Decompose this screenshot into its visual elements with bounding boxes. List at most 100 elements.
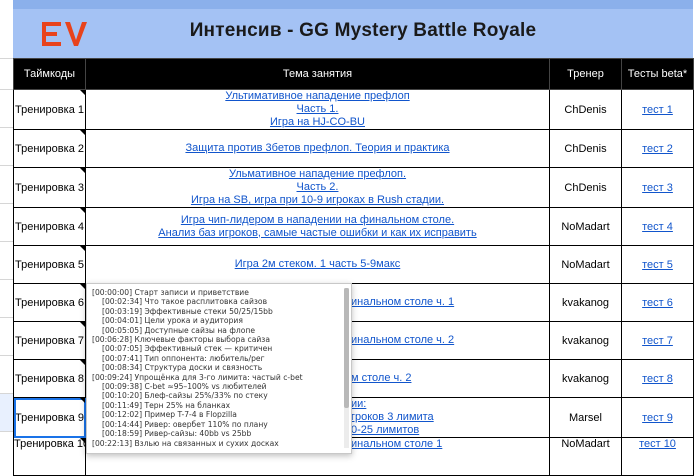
note-indicator-icon (80, 438, 85, 443)
note-indicator-icon (80, 208, 85, 213)
note-indicator-icon (80, 360, 85, 365)
timecodes-note-popup[interactable]: [00:00:00] Старт записи и приветствие [00… (86, 283, 352, 454)
topic-link[interactable]: Игра на HJ-CO-BU (87, 116, 549, 129)
timecode-entry: [00:00:00] Старт записи и приветствие (92, 288, 249, 297)
topic-link[interactable]: м столе ч. 2 (351, 372, 549, 385)
timecode-label: Тренировка 5 (15, 258, 84, 271)
topic-link[interactable]: Часть 1. (87, 103, 549, 116)
timecodes-list: [00:00:00] Старт записи и приветствие [00… (92, 288, 340, 448)
note-indicator-icon (80, 130, 85, 135)
table-row: Тренировка 5 Игра 2м стеком. 1 часть 5-9м… (13, 245, 694, 284)
test-link[interactable]: тест 6 (642, 297, 673, 309)
timecode-cell[interactable]: Тренировка 3 (13, 167, 86, 208)
test-link[interactable]: тест 8 (642, 373, 673, 385)
title-banner: Интенсив - GG Mystery Battle Royale (13, 0, 693, 59)
trainer-cell: ChDenis (549, 129, 622, 168)
timecode-label: Тренировка 3 (15, 181, 84, 194)
column-header-tests[interactable]: Тесты beta* (621, 58, 694, 90)
column-header-timecodes[interactable]: Таймкоды (13, 58, 86, 90)
topic-link[interactable]: Игра чип-лидером в нападении на финально… (87, 214, 549, 227)
test-cell: тест 2 (621, 129, 694, 168)
topic-link[interactable]: Часть 2. (87, 181, 549, 194)
note-indicator-icon (80, 322, 85, 327)
topic-link[interactable]: ии: (351, 399, 549, 412)
row-gutter (0, 0, 14, 452)
timecode-entry: [00:12:02] Пример T-7-4 в Flopzilla (102, 410, 237, 420)
timecode-label: Тренировка 9 (15, 411, 84, 424)
note-indicator-icon (80, 168, 85, 173)
test-link[interactable]: тест 1 (642, 104, 673, 116)
topic-link[interactable]: инальном столе 1 (351, 439, 549, 452)
timecode-entry: [00:07:41] Тип оппонента: любитель/рег (102, 353, 265, 363)
timecode-entry: [00:07:05] Эффективный стек — критичен (102, 344, 273, 354)
test-link[interactable]: тест 3 (642, 182, 673, 194)
timecode-cell[interactable]: Тренировка 1 (13, 89, 86, 130)
topic-link[interactable]: Игра на SB, игра при 10-9 игроках в Rush… (87, 194, 549, 207)
note-indicator-icon (80, 246, 85, 251)
timecode-cell[interactable]: Тренировка 4 (13, 207, 86, 246)
test-link[interactable]: тест 2 (642, 143, 673, 155)
trainer-cell: ChDenis (549, 167, 622, 208)
timecode-label: Тренировка 8 (15, 372, 84, 385)
timecode-cell[interactable]: Тренировка 10 (13, 437, 86, 476)
timecode-entry: [00:11:49] Терн 25% на бланках (102, 400, 231, 410)
test-cell: тест 4 (621, 207, 694, 246)
topic-cell: Игра чип-лидером в нападении на финально… (85, 207, 550, 246)
test-cell: тест 3 (621, 167, 694, 208)
timecode-cell[interactable]: Тренировка 2 (13, 129, 86, 168)
ev-logo (42, 22, 87, 46)
topic-link[interactable]: 0-25 лимитов (351, 424, 549, 437)
timecode-cell[interactable]: Тренировка 5 (13, 245, 86, 284)
test-cell: тест 6 (621, 283, 694, 322)
timecode-entry: [00:06:28] Ключевые факторы выбора сайза (92, 335, 270, 345)
timecode-entry: [00:09:38] C-bet ≈95–100% vs любителей (102, 382, 267, 392)
table-row: Тренировка 3 Ульмативное нападение префло… (13, 167, 694, 208)
trainer-cell: kvakanog (549, 283, 622, 322)
topic-link[interactable]: Ульмативное нападение префлоп. (87, 169, 549, 182)
note-indicator-icon (80, 90, 85, 95)
timecode-entry: [00:04:01] Цели урока и аудитория (102, 316, 243, 326)
test-link[interactable]: тест 4 (642, 221, 673, 233)
timecode-cell[interactable]: Тренировка 9 (13, 397, 86, 438)
timecode-label: Тренировка 2 (15, 142, 84, 155)
popup-scrollbar-thumb[interactable] (344, 288, 349, 408)
timecode-cell[interactable]: Тренировка 6 (13, 283, 86, 322)
timecode-entry: [00:05:05] Доступные сайзы на флопе (102, 325, 255, 335)
topic-cell: Защита против 3бетов префлоп. Теория и п… (85, 129, 550, 168)
test-cell: тест 7 (621, 321, 694, 360)
column-header-topic[interactable]: Тема занятия (85, 58, 550, 90)
timecode-entry: [00:14:44] Ривер: овербет 110% по плану (102, 419, 268, 429)
timecode-entry: [00:02:34] Что такое расплитовка сайзов (102, 297, 268, 307)
timecode-entry: [00:03:19] Эффективные стеки 50/25/15bb (102, 306, 273, 316)
test-link[interactable]: тест 7 (642, 335, 673, 347)
table-row: Тренировка 2 Защита против 3бетов префлоп… (13, 129, 694, 168)
topic-link[interactable]: Игра 2м стеком. 1 часть 5-9макс (87, 258, 549, 271)
test-cell: тест 10 (621, 437, 694, 476)
header-row: Таймкоды Тема занятия Тренер Тесты beta* (13, 58, 694, 90)
test-link[interactable]: тест 5 (642, 259, 673, 271)
topic-link[interactable]: Ультимативное нападение префлоп (87, 91, 549, 104)
topic-cell: Ультимативное нападение префлоп Часть 1. И… (85, 89, 550, 130)
topic-cell: Ульмативное нападение префлоп. Часть 2. Иг… (85, 167, 550, 208)
timecode-label: Тренировка 1 (15, 103, 84, 116)
column-header-trainer[interactable]: Тренер (549, 58, 622, 90)
topic-cell: Игра 2м стеком. 1 часть 5-9макс (85, 245, 550, 284)
timecode-label: Тренировка 4 (15, 220, 84, 233)
topic-link[interactable]: гроков 3 лимита (351, 411, 549, 424)
test-link[interactable]: тест 10 (639, 439, 676, 451)
test-cell: тест 8 (621, 359, 694, 398)
timecode-cell[interactable]: Тренировка 7 (13, 321, 86, 360)
trainer-cell: NoMadart (549, 207, 622, 246)
note-indicator-icon (80, 284, 85, 289)
timecode-label: Тренировка 10 (14, 438, 86, 451)
test-link[interactable]: тест 9 (642, 412, 673, 424)
timecode-entry: [00:18:59] Ривер-сайзы: 40bb vs 25bb (102, 429, 252, 439)
topic-link[interactable]: инальном столе ч. 2 (351, 334, 549, 347)
topic-link[interactable]: Анализ баз игроков, самые частые ошибки … (87, 227, 549, 240)
table-row: Тренировка 1 Ультимативное нападение преф… (13, 89, 694, 130)
topic-link[interactable]: Защита против 3бетов префлоп. Теория и п… (87, 142, 549, 155)
trainer-cell: ChDenis (549, 89, 622, 130)
timecode-cell[interactable]: Тренировка 8 (13, 359, 86, 398)
test-cell: тест 9 (621, 397, 694, 438)
topic-link[interactable]: инальном столе ч. 1 (351, 296, 549, 309)
